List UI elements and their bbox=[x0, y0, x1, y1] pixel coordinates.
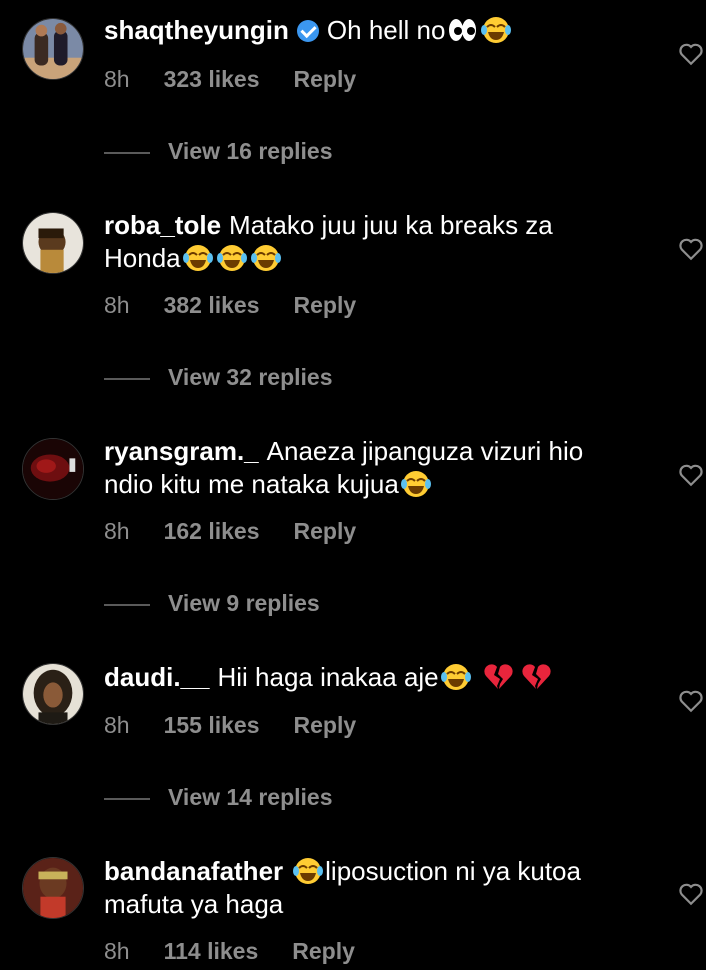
view-replies-label: View 14 replies bbox=[168, 784, 333, 810]
comment-text: bandanafather liposuction ni ya kutoa maf… bbox=[104, 855, 624, 921]
comment-time: 8h bbox=[104, 292, 130, 318]
likes-count[interactable]: 114 likes bbox=[164, 938, 259, 964]
reply-button[interactable]: Reply bbox=[294, 292, 357, 318]
broken-heart-emoji-icon bbox=[521, 662, 551, 692]
like-heart-icon[interactable] bbox=[678, 881, 704, 907]
comment-text: daudi.__ Hii haga inakaa aje bbox=[104, 661, 624, 694]
likes-count[interactable]: 382 likes bbox=[164, 292, 260, 318]
view-replies-button[interactable]: View 9 replies bbox=[104, 590, 320, 617]
likes-count[interactable]: 162 likes bbox=[164, 518, 260, 544]
like-heart-icon[interactable] bbox=[678, 236, 704, 262]
avatar[interactable] bbox=[22, 18, 84, 80]
comment-meta: 8h 323 likes Reply bbox=[104, 66, 390, 93]
divider-line bbox=[104, 377, 150, 380]
avatar[interactable] bbox=[22, 857, 84, 919]
comment-username[interactable]: roba_tole bbox=[104, 210, 221, 240]
comment-text: shaqtheyungin Oh hell no bbox=[104, 14, 624, 47]
comment-time: 8h bbox=[104, 712, 130, 738]
joy-emoji-icon bbox=[182, 243, 213, 273]
joy-emoji-icon bbox=[481, 15, 512, 45]
view-replies-label: View 16 replies bbox=[168, 138, 333, 164]
likes-count[interactable]: 155 likes bbox=[164, 712, 260, 738]
joy-emoji-icon bbox=[440, 662, 471, 692]
avatar[interactable] bbox=[22, 438, 84, 500]
view-replies-label: View 32 replies bbox=[168, 364, 333, 390]
reply-button[interactable]: Reply bbox=[294, 66, 357, 92]
avatar[interactable] bbox=[22, 212, 84, 274]
like-heart-icon[interactable] bbox=[678, 41, 704, 67]
joy-emoji-icon bbox=[216, 243, 247, 273]
joy-emoji-icon bbox=[293, 856, 324, 886]
comment-time: 8h bbox=[104, 518, 130, 544]
divider-line bbox=[104, 603, 150, 606]
like-heart-icon[interactable] bbox=[678, 462, 704, 488]
comment-time: 8h bbox=[104, 938, 130, 964]
comment-meta: 8h 155 likes Reply bbox=[104, 712, 390, 739]
comment-meta: 8h 382 likes Reply bbox=[104, 292, 390, 319]
reply-button[interactable]: Reply bbox=[294, 712, 357, 738]
comment-body: Oh hell no bbox=[326, 15, 446, 45]
view-replies-button[interactable]: View 16 replies bbox=[104, 138, 333, 165]
divider-line bbox=[104, 797, 150, 800]
view-replies-button[interactable]: View 32 replies bbox=[104, 364, 333, 391]
verified-badge-icon bbox=[296, 20, 319, 42]
comment-username[interactable]: daudi.__ bbox=[104, 662, 209, 692]
comment-username[interactable]: bandanafather bbox=[104, 856, 283, 886]
comment-body: Hii haga inakaa aje bbox=[217, 662, 439, 692]
comment-meta: 8h 162 likes Reply bbox=[104, 518, 390, 545]
comment-text: roba_tole Matako juu juu ka breaks za Hon… bbox=[104, 209, 624, 275]
avatar[interactable] bbox=[22, 663, 84, 725]
comment-time: 8h bbox=[104, 66, 130, 92]
comment-meta: 8h 114 likes Reply bbox=[104, 938, 389, 965]
comment-username[interactable]: ryansgram._ bbox=[104, 436, 259, 466]
joy-emoji-icon bbox=[400, 469, 431, 499]
view-replies-button[interactable]: View 14 replies bbox=[104, 784, 333, 811]
like-heart-icon[interactable] bbox=[678, 688, 704, 714]
eyes-emoji-icon bbox=[447, 15, 477, 45]
likes-count[interactable]: 323 likes bbox=[164, 66, 260, 92]
reply-button[interactable]: Reply bbox=[292, 938, 355, 964]
broken-heart-emoji-icon bbox=[483, 662, 513, 692]
comment-username[interactable]: shaqtheyungin bbox=[104, 15, 289, 45]
comment-text: ryansgram._ Anaeza jipanguza vizuri hio n… bbox=[104, 435, 624, 501]
view-replies-label: View 9 replies bbox=[168, 590, 320, 616]
divider-line bbox=[104, 151, 150, 154]
joy-emoji-icon bbox=[250, 243, 281, 273]
reply-button[interactable]: Reply bbox=[294, 518, 357, 544]
